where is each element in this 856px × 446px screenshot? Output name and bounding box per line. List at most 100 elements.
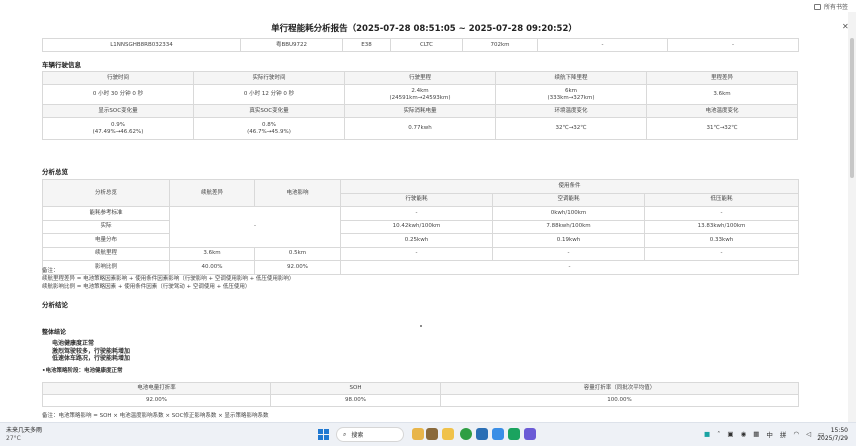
header-cell: 电池影响 (254, 179, 341, 207)
header-cell: 真实SOC变化量 (193, 104, 345, 118)
value-cell: 98.00% (270, 394, 441, 407)
value-text: 32℃→32℃ (555, 125, 587, 131)
value-cell: - (169, 206, 341, 248)
clock[interactable]: 15:50 2025/7/29 (817, 427, 848, 443)
standard-cell: CLTC (390, 38, 463, 52)
row-label: 电量分布 (42, 233, 170, 248)
value-cell: 0kwh/100km (492, 206, 645, 221)
value-subtext: (47.49%→46.62%) (92, 128, 144, 135)
value-cell: 0.9% (47.49%→46.62%) (42, 117, 194, 140)
ime-indicator[interactable]: 拼 (780, 429, 787, 439)
battery-table: 电池电量打折率 SOH 容量打折率（同批次平均值） 92.00% 98.00% … (42, 382, 799, 407)
range-cell: 702km (462, 38, 538, 52)
app-tray-icon[interactable]: ▦ (753, 430, 759, 438)
row-label: 续航里程 (42, 246, 170, 261)
value-cell: 0.8% (46.7%→45.9%) (193, 117, 345, 140)
header-cell: 环境温度变化 (495, 104, 647, 118)
browser-bookmark-bar: 所有书签 (0, 0, 856, 12)
value-text: 0.77kwh (408, 125, 432, 131)
value-cell: 100.00% (440, 394, 799, 407)
system-tray: ■ ˄ ▣ ◉ ▦ 中 拼 ◠ ◁ ▭ (704, 429, 824, 439)
taskbar: 未来几天多雨 27°C ⌕ 搜索 ■ ˄ ▣ ◉ ▦ 中 拼 ◠ ◁ ▭ 15:… (0, 422, 856, 446)
conclusion-item: 激烈驾驶较多，行驶能耗增加 (52, 347, 131, 355)
header-cell: 里程差异 (646, 71, 798, 85)
chrome-icon[interactable] (460, 428, 472, 440)
app-tray-icon[interactable]: ■ (704, 430, 710, 438)
value-cell: 6km (333km→327km) (495, 84, 647, 105)
windows-start-icon[interactable] (318, 429, 329, 440)
value-text: 3.6km (713, 91, 731, 97)
notes-block: 备注： 续航里程差异 = 电池策略因素影响 + 使用条件因素影响（行驶影响 + … (42, 267, 294, 291)
header-cell: 实际消耗电量 (344, 104, 496, 118)
value-text: 0 小时 30 分钟 0 秒 (92, 91, 144, 97)
battery-stage-line: •电池策略阶段：电池健康度正常 (42, 368, 123, 374)
chevron-up-icon[interactable]: ˄ (717, 430, 720, 438)
value-cell: - (340, 206, 493, 221)
file-explorer-icon[interactable] (442, 428, 454, 440)
app-icon[interactable] (476, 428, 488, 440)
value-cell: 10.42kwh/100km (340, 219, 493, 234)
header-cell: 电池温度变化 (646, 104, 798, 118)
report-page: 单行程能耗分析报告（2025-07-28 08:51:05 ~ 2025-07-… (0, 12, 848, 422)
vin-cell: L1NNSGHB8RB032334 (42, 38, 241, 52)
conclusion-heading: 分析结论 (42, 301, 68, 309)
value-cell: 0.19kwh (492, 233, 645, 248)
report-title: 单行程能耗分析报告（2025-07-28 08:51:05 ~ 2025-07-… (271, 24, 577, 34)
app-icon[interactable] (412, 428, 424, 440)
footer-note: 备注：电池策略影响 = SOH × 电池温度影响系数 × SOC修正影响系数 ×… (42, 413, 269, 419)
header-cell: 行驶里程 (344, 71, 496, 85)
all-bookmarks-label: 所有书签 (823, 4, 848, 11)
value-cell: - (643, 246, 800, 261)
plate-cell: 粤BBU9722 (240, 38, 343, 52)
vertical-scrollbar[interactable] (848, 12, 856, 422)
header-cell: 低压能耗 (643, 192, 800, 207)
value-subtext: (24591km→24593km) (389, 94, 451, 101)
value-cell: 3.6km (169, 246, 255, 261)
language-indicator[interactable]: 中 (766, 429, 773, 439)
empty-cell: - (667, 38, 799, 52)
value-cell: 0 小时 12 分钟 0 秒 (193, 84, 345, 105)
analysis-table: 分析总览 续航差异 电池影响 使用条件 行驶能耗 空调能耗 低压能耗 能耗参考标… (42, 179, 800, 275)
value-cell: 0.33kwh (643, 233, 800, 248)
value-text: 0 小时 12 分钟 0 秒 (243, 91, 295, 97)
scrollbar-thumb[interactable] (850, 38, 854, 178)
value-subtext: (46.7%→45.9%) (247, 128, 291, 135)
folder-icon (813, 3, 821, 10)
mail-icon[interactable] (492, 428, 504, 440)
value-cell: 0 小时 30 分钟 0 秒 (42, 84, 194, 105)
weather-widget[interactable]: 未来几天多雨 27°C (6, 427, 42, 443)
wifi-icon[interactable]: ◠ (793, 430, 799, 438)
value-cell: - (643, 206, 800, 221)
value-text: 31℃→32℃ (706, 125, 738, 131)
header-cell: 实际行驶时间 (193, 71, 345, 85)
notes-title: 备注： (42, 268, 59, 274)
value-cell: 92.00% (42, 394, 271, 407)
all-bookmarks-button[interactable]: 所有书签 (813, 2, 848, 11)
weather-title: 未来几天多雨 (6, 427, 43, 434)
clock-time: 15:50 (830, 427, 848, 434)
value-cell: 2.4km (24591km→24593km) (344, 84, 496, 105)
app-icon[interactable] (524, 428, 536, 440)
app-icon[interactable] (426, 428, 438, 440)
empty-cell: - (537, 38, 668, 52)
taskbar-search[interactable]: ⌕ 搜索 (336, 427, 404, 442)
app-tray-icon[interactable]: ◉ (741, 430, 747, 438)
value-cell: - (339, 260, 800, 275)
analysis-heading: 分析总览 (42, 168, 68, 176)
speaker-icon[interactable]: ◁ (806, 430, 811, 438)
conclusion-item: 低速体车路况，行驶能耗增加 (52, 355, 131, 362)
row-label: 能耗参考标准 (42, 206, 170, 221)
header-cell: 空调能耗 (492, 192, 645, 207)
app-tray-icon[interactable]: ▣ (727, 430, 733, 438)
value-text: 2.4km (411, 87, 429, 94)
header-cell: 行驶时间 (42, 71, 194, 85)
value-cell: 7.88kwh/100km (492, 219, 645, 234)
value-cell: 31℃→32℃ (646, 117, 798, 140)
browser-icon[interactable] (508, 428, 520, 440)
weather-temp: 27°C (6, 435, 21, 442)
clock-date: 2025/7/29 (817, 435, 848, 442)
value-text: 0.9% (111, 121, 125, 128)
value-text: 0.8% (262, 121, 276, 128)
vehicle-info-heading: 车辆行驶信息 (42, 61, 81, 69)
search-label: 搜索 (351, 432, 364, 439)
